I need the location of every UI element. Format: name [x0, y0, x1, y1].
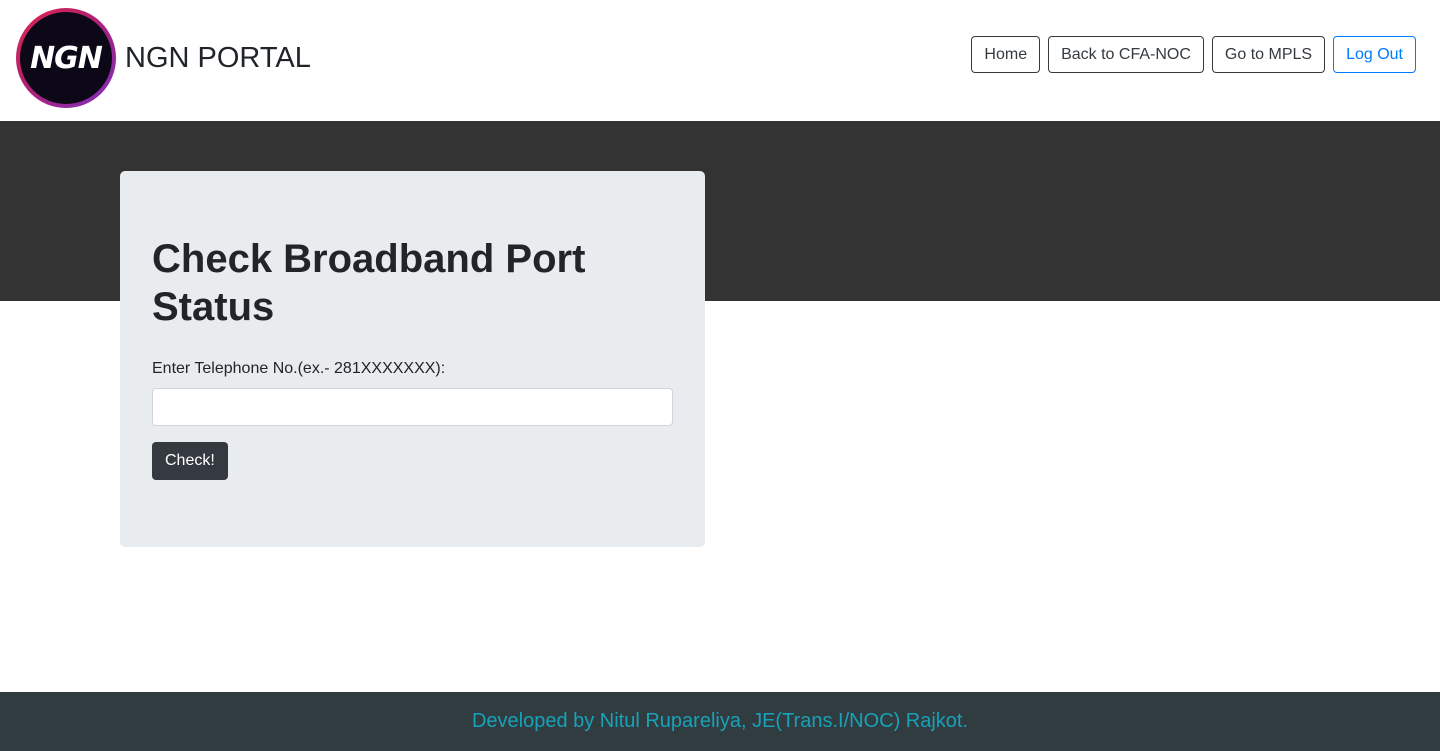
footer-credit: Developed by Nitul Rupareliya, JE(Trans.… [471, 710, 969, 732]
page-title: Check Broadband Port Status [152, 237, 586, 329]
brand[interactable]: NGN NGN PORTAL [16, 8, 311, 108]
home-button[interactable]: Home [971, 36, 1041, 73]
footer: Developed by Nitul Rupareliya, JE(Trans.… [0, 692, 1440, 751]
ngn-logo: NGN [16, 8, 116, 108]
check-button[interactable]: Check! [152, 442, 228, 480]
brand-title: NGN PORTAL [125, 41, 311, 74]
nav-button-group: Home Back to CFA-NOC Go to MPLS Log Out [971, 36, 1416, 73]
go-to-mpls-button[interactable]: Go to MPLS [1211, 36, 1326, 73]
port-status-card: Check Broadband Port Status Enter Teleph… [120, 171, 705, 547]
telephone-input[interactable] [152, 388, 673, 426]
logo-mark: NGN [20, 12, 112, 104]
log-out-button[interactable]: Log Out [1333, 36, 1416, 73]
back-to-cfa-noc-button[interactable]: Back to CFA-NOC [1048, 36, 1204, 73]
top-navbar: NGN NGN PORTAL Home Back to CFA-NOC Go t… [0, 0, 1440, 121]
telephone-label: Enter Telephone No.(ex.- 281XXXXXXX): [152, 360, 446, 377]
